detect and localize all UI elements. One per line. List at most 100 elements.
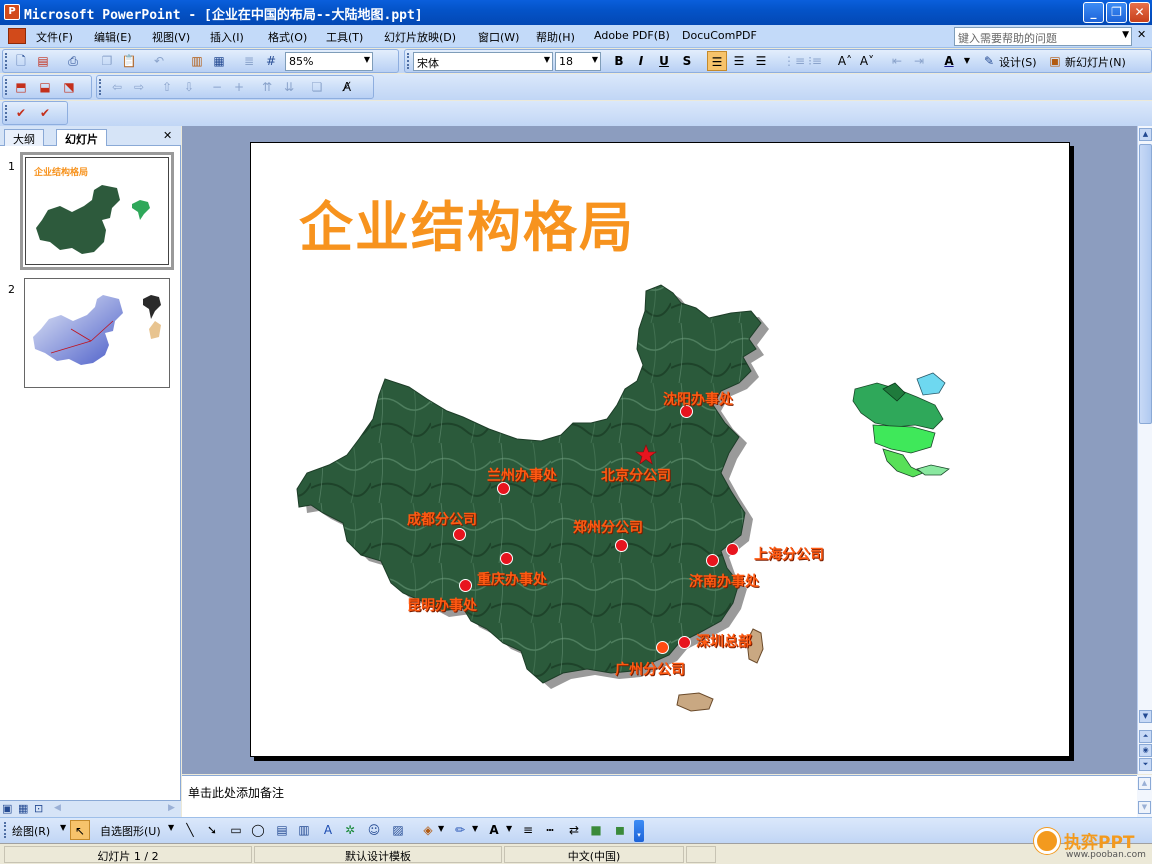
line-style-icon[interactable]: ≡ [518,820,538,840]
slide-thumbnail-1[interactable]: 企业结构格局 [20,152,174,270]
toolbar-options-icon[interactable]: ▾ [634,820,644,842]
zoom-select[interactable]: 85% ▼ [285,52,373,71]
slideshow-view-icon[interactable]: ⊡ [34,802,43,815]
chevron-down-icon[interactable]: ▼ [1122,30,1129,40]
toolbar-grip[interactable] [5,105,8,121]
chevron-down-icon[interactable]: ▼ [60,823,66,832]
arrow-icon[interactable]: ➘ [202,820,222,840]
slide-canvas[interactable]: 企业结构格局 沈阳办事处 北京分公司 兰州办事处 成都分公司 郑州分公司 上海分… [250,142,1070,757]
toolbar-grip[interactable] [4,822,7,838]
slide-thumbnail-2[interactable] [24,278,170,388]
move-down-icon[interactable]: ⇩ [179,77,199,97]
font-color-button[interactable]: A [939,51,959,71]
star-icon[interactable] [635,444,657,466]
select-pointer-icon[interactable]: ↖ [70,820,90,840]
oval-icon[interactable]: ◯ [248,820,268,840]
scroll-up-icon[interactable]: ▲ [1139,128,1152,141]
pdf-email-icon[interactable]: ⬓ [35,77,55,97]
increase-indent-icon[interactable]: ⇥ [909,51,929,71]
new-slide-button[interactable]: 新幻灯片(N) [1065,54,1126,70]
marker-chongqing[interactable] [500,552,513,565]
paste-icon[interactable]: 📋 [119,51,139,71]
italic-button[interactable]: I [631,51,651,71]
picture-icon[interactable]: ▨ [388,820,408,840]
toolbar-grip[interactable] [5,53,8,69]
pdf-action-icon[interactable]: ✔ [11,103,31,123]
clipart-icon[interactable]: ☺ [364,820,384,840]
scroll-right-icon[interactable]: ▶ [168,803,175,813]
close-button[interactable]: ✕ [1129,2,1150,23]
rectangle-icon[interactable]: ▭ [226,820,246,840]
draw-font-color-icon[interactable]: A [484,820,504,840]
marker-zhengzhou[interactable] [615,539,628,552]
pane-close-icon[interactable]: ✕ [163,129,172,142]
close-document-button[interactable]: ✕ [1137,28,1146,41]
draw-menu-button[interactable]: 绘图(R) [12,823,50,839]
menu-help[interactable]: 帮助(H) [536,29,575,45]
next-slide-icon[interactable]: ⏷ [1139,758,1152,771]
chevron-down-icon[interactable]: ▼ [957,51,977,71]
menu-edit[interactable]: 编辑(E) [94,29,132,45]
menu-adobe-pdf[interactable]: Adobe PDF(B) [594,29,670,42]
restore-button[interactable]: ❐ [1106,2,1127,23]
toolbar-grip[interactable] [5,79,8,95]
tab-slides[interactable]: 幻灯片 [56,129,107,146]
expand-all-outline-icon[interactable]: ⇊ [279,77,299,97]
bullets-icon[interactable]: ⁝≡ [805,51,825,71]
minimize-button[interactable]: _ [1083,2,1104,23]
print-icon[interactable]: ⎙ [63,51,83,71]
menu-window[interactable]: 窗口(W) [478,29,519,45]
menu-format[interactable]: 格式(O) [268,29,307,45]
line-icon[interactable]: ╲ [180,820,200,840]
scroll-down-icon[interactable]: ▼ [1139,710,1152,723]
expand-all-icon[interactable]: ≣ [239,51,259,71]
tab-outline[interactable]: 大纲 [4,129,44,146]
move-up-icon[interactable]: ⇧ [157,77,177,97]
scroll-thumb[interactable] [1139,144,1152,424]
decrease-font-icon[interactable]: A˅ [857,51,877,71]
promote-icon[interactable]: ⇦ [107,77,127,97]
demote-icon[interactable]: ⇨ [129,77,149,97]
scroll-down-icon[interactable]: ▼ [1138,801,1151,814]
align-left-button[interactable]: ☰ [707,51,727,71]
collapse-icon[interactable]: − [207,77,227,97]
open-icon[interactable]: ▤ [33,51,53,71]
align-right-button[interactable]: ☰ [751,51,771,71]
chevron-down-icon[interactable]: ▼ [506,824,512,833]
autoshapes-menu-button[interactable]: 自选图形(U) [100,823,161,839]
chevron-down-icon[interactable]: ▼ [438,824,444,833]
slide-sorter-view-icon[interactable]: ▦ [18,802,28,815]
pdf-settings-icon[interactable]: ✔ [35,103,55,123]
decrease-indent-icon[interactable]: ⇤ [887,51,907,71]
copy-icon[interactable]: ❐ [97,51,117,71]
3d-style-icon[interactable]: ◼ [610,820,630,840]
expand-icon[interactable]: + [229,77,249,97]
summary-slide-icon[interactable]: ❏ [307,77,327,97]
vertical-textbox-icon[interactable]: ▥ [294,820,314,840]
notes-pane[interactable]: 单击此处添加备注 [182,775,1137,817]
chart-icon[interactable]: ▥ [187,51,207,71]
menu-view[interactable]: 视图(V) [152,29,190,45]
menu-insert[interactable]: 插入(I) [210,29,244,45]
pdf-review-icon[interactable]: ⬔ [59,77,79,97]
marker-guangzhou[interactable] [656,641,669,654]
show-formatting-icon[interactable]: A̸ [337,77,357,97]
menu-tools[interactable]: 工具(T) [326,29,363,45]
font-size-select[interactable]: 18 ▼ [555,52,601,71]
menu-file[interactable]: 文件(F) [36,29,73,45]
menu-docucompdf[interactable]: DocuComPDF [682,29,757,42]
diagram-icon[interactable]: ✲ [340,820,360,840]
increase-font-icon[interactable]: A˄ [835,51,855,71]
textbox-icon[interactable]: ▤ [272,820,292,840]
marker-jinan[interactable] [706,554,719,567]
shadow-style-icon[interactable]: ■ [586,820,606,840]
marker-chengdu[interactable] [453,528,466,541]
marker-shenzhen[interactable] [678,636,691,649]
undo-icon[interactable]: ↶ [149,51,169,71]
underline-button[interactable]: U [654,51,674,71]
align-center-button[interactable]: ☰ [729,51,749,71]
bold-button[interactable]: B [609,51,629,71]
table-icon[interactable]: ▦ [209,51,229,71]
marker-kunming[interactable] [459,579,472,592]
notes-scrollbar[interactable]: ▲ ▼ [1137,775,1152,817]
